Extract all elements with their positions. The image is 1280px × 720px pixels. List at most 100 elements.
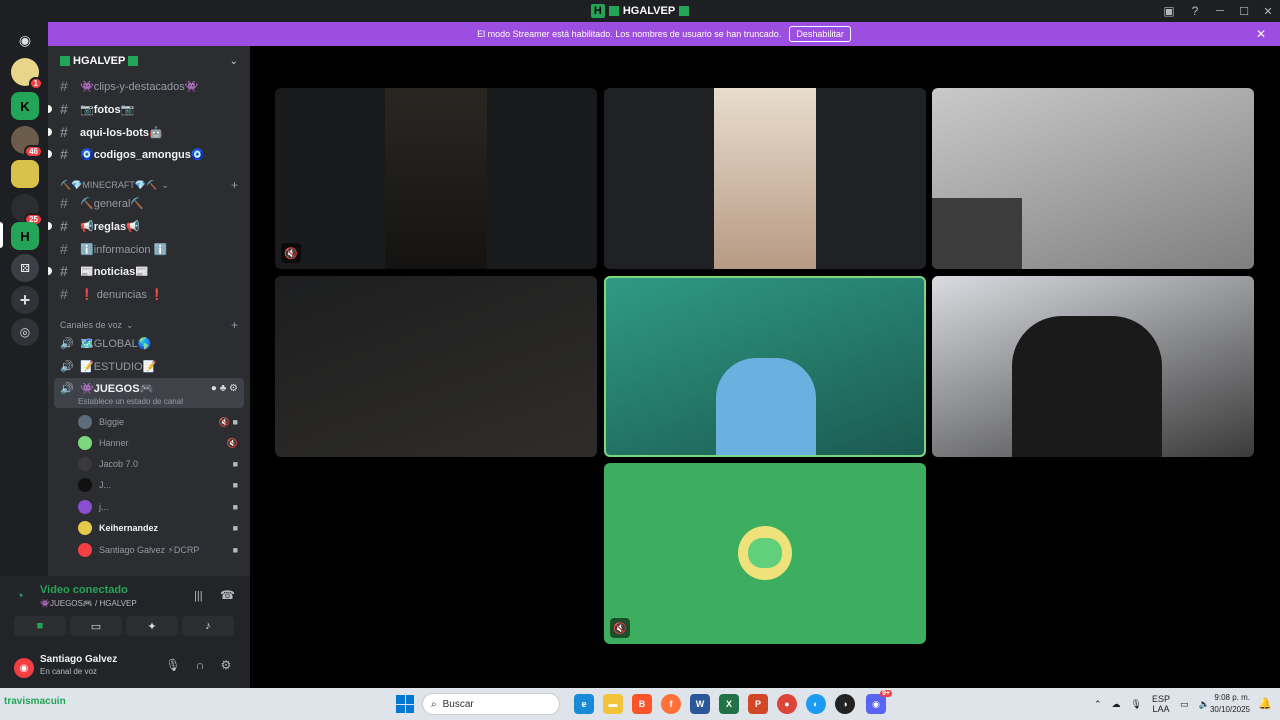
channel-item[interactable]: # 📷fotos📷 [48,99,250,119]
voice-connected-title[interactable]: Video conectado [40,584,128,596]
selected-server-pill [0,222,3,248]
activities-button[interactable]: ✦ [126,616,178,636]
add-channel-icon[interactable]: + [231,318,238,332]
channel-item[interactable]: # ℹ️informacion ℹ️ [48,239,250,259]
video-tile[interactable] [275,276,597,457]
microphone-tray-icon[interactable]: 🎙 [1131,699,1142,710]
voice-user[interactable]: J... ■ [48,475,250,495]
discord-taskbar-icon[interactable]: ◉ 9+ [866,690,892,714]
settings-gear-icon[interactable]: ⚙ [217,658,235,672]
chrome-icon[interactable]: ● [777,694,797,714]
signal-icon[interactable]: ◔ [16,588,24,603]
channel-item[interactable]: # aqui-los-bots🤖 [48,122,250,142]
inbox-icon[interactable]: ▣ [1156,0,1182,22]
add-server-icon[interactable]: + [11,286,39,314]
volume-icon[interactable]: 🔈 [1199,699,1210,710]
help-icon[interactable]: ? [1182,0,1208,22]
hash-icon: # [60,146,68,162]
status-icons: ■ [232,459,238,469]
unread-indicator [48,267,52,275]
voice-connected-subtitle[interactable]: 👾JUEGOS🎮 / HGALVEP [40,599,137,608]
app-icon-2[interactable]: ◑ [835,694,855,714]
voice-user[interactable]: j... ■ [48,497,250,517]
hash-icon: # [60,263,68,279]
taskbar-search[interactable]: ⌕ Buscar [422,693,560,715]
firefox-icon[interactable]: f [661,694,681,714]
server-avatar-3[interactable] [11,160,39,188]
hash-icon: # [60,241,68,257]
dice-server-icon[interactable]: ⚄ [11,254,39,282]
cloud-icon[interactable]: ☁ [1112,699,1121,710]
camera-button[interactable]: ■ [14,616,66,636]
video-tile[interactable]: 🔇 [275,88,597,269]
user-panel: ◔ Video conectado 👾JUEGOS🎮 / HGALVEP |||… [0,576,250,688]
app-icon[interactable]: ◐ [806,694,826,714]
server-avatar-1[interactable]: 1 [11,58,43,90]
excel-icon[interactable]: X [719,694,739,714]
network-icon[interactable]: ▭ [1180,699,1189,710]
server-hgalvep[interactable]: H [11,222,39,250]
close-banner-icon[interactable]: ✕ [1256,27,1266,41]
server-avatar-4[interactable]: 25 [11,194,43,226]
add-channel-icon[interactable]: + [231,178,238,192]
word-icon[interactable]: W [690,694,710,714]
video-tile[interactable] [932,88,1254,269]
video-tile-speaking[interactable] [604,276,926,457]
video-tile[interactable] [604,88,926,269]
voice-channel-item[interactable]: 🔊 🗺️GLOBAL🌎 [48,333,250,353]
voice-user[interactable]: Jacob 7.0 ■ [48,454,250,474]
video-grid: 🔇 🔇 [250,46,1280,688]
server-k[interactable]: K [11,92,39,120]
user-avatar[interactable]: ◉ [14,658,34,678]
channel-item[interactable]: # ⛏️general⛏️ [48,193,250,213]
clock[interactable]: 9:08 p. m. 30/10/2025 [1210,692,1250,716]
voice-user-name: Hanner [99,438,129,448]
hash-icon: # [60,124,68,140]
microphone-icon[interactable]: 🎙 [164,658,182,672]
green-square-icon [679,6,690,16]
active-voice-channel-row[interactable]: 🔊 👾JUEGOS🎮 ● ♣ ⚙ [48,378,250,398]
video-tile[interactable] [932,276,1254,457]
screen-share-button[interactable]: ▭ [70,616,122,636]
file-explorer-icon[interactable]: ▬ [603,694,623,714]
category-minecraft[interactable]: ⛏️💎MINECRAFT💎⛏️ ⌄ + [48,177,250,193]
channel-status-hint[interactable]: Establece un estado de canal [78,397,183,406]
notification-bell-icon[interactable]: 🔔 [1258,697,1272,710]
voice-user[interactable]: Santiago Galvez ⚡DCRP ■ [48,540,250,560]
hash-icon: # [60,101,68,117]
minimize-button[interactable]: ─ [1208,0,1232,22]
maximize-button[interactable]: ☐ [1232,0,1256,22]
windows-start-icon[interactable] [396,695,414,713]
channel-item[interactable]: # ❗ denuncias ❗ [48,284,250,304]
guild-header[interactable]: HGALVEP ⌄ [48,46,250,76]
discover-icon[interactable]: ◎ [11,318,39,346]
brave-icon[interactable]: B [632,694,652,714]
channel-item[interactable]: # 👾clips-y-destacados👾 [48,76,250,96]
powerpoint-icon[interactable]: P [748,694,768,714]
category-voice[interactable]: Canales de voz ⌄ + [48,317,250,333]
edge-icon[interactable]: e [574,694,594,714]
server-avatar-2[interactable]: 46 [11,126,43,158]
noise-suppression-icon[interactable]: ||| [194,590,203,602]
channel-item[interactable]: # 📰noticias📰 [48,261,250,281]
channel-label: 👾JUEGOS🎮 [80,382,154,395]
disconnect-icon[interactable]: ☎ [220,588,235,602]
channel-item[interactable]: # 🧿codigos_amongus🧿 [48,144,250,164]
soundboard-button[interactable]: ♪ [182,616,234,636]
avatar-tile[interactable]: 🔇 [604,463,926,644]
close-window-button[interactable]: ✕ [1256,0,1280,22]
language-code: ESP [1151,694,1170,704]
chevron-up-icon[interactable]: ⌃ [1094,699,1102,710]
headphones-icon[interactable]: ∩ [191,658,209,672]
discord-home-icon[interactable]: ◉ [11,26,39,54]
user-name[interactable]: Santiago Galvez [40,654,117,665]
voice-user[interactable]: Keihernandez ■ [48,518,250,538]
channel-label: 👾clips-y-destacados👾 [80,80,199,93]
channel-actions[interactable]: ● ♣ ⚙ [211,383,238,394]
voice-user[interactable]: Biggie 🔇 ■ [48,412,250,432]
voice-user[interactable]: Hanner 🔇 [48,433,250,453]
voice-channel-item[interactable]: 🔊 📝ESTUDIO📝 [48,356,250,376]
channel-item[interactable]: # 📢reglas📢 [48,216,250,236]
disable-streamer-button[interactable]: Deshabilitar [789,26,851,42]
language-indicator[interactable]: ESP LAA [1152,694,1170,714]
